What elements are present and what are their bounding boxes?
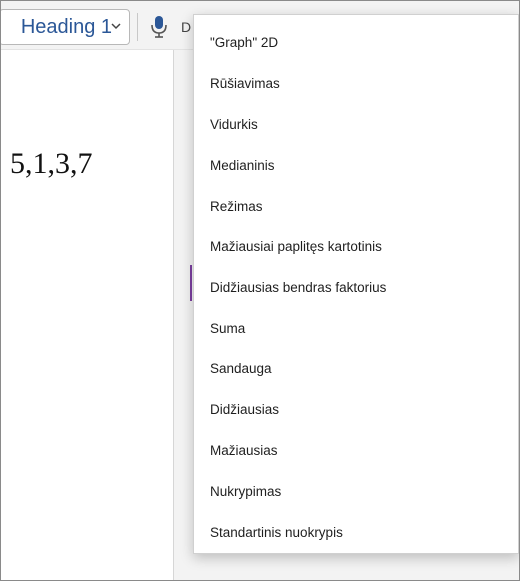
document-page[interactable]: 5,1,3,7 (1, 50, 174, 580)
menu-item-sum[interactable]: Suma (194, 312, 518, 346)
menu-item-gcf[interactable]: Didžiausias bendras faktorius (194, 271, 518, 305)
style-dropdown[interactable]: Heading 1 (1, 9, 130, 45)
math-actions-menu: "Graph" 2D Rūšiavimas Vidurkis Medianini… (193, 14, 519, 554)
microphone-icon[interactable] (149, 15, 169, 39)
menu-item-lcm[interactable]: Mažiausiai paplitęs kartotinis (194, 230, 518, 264)
document-text: 5,1,3,7 (10, 147, 93, 180)
app-window: Heading 1 D 5,1,3,7 "Graph" 2D Rūšiavima… (0, 0, 520, 581)
menu-item-mean[interactable]: Vidurkis (194, 108, 518, 142)
selection-caret (190, 265, 192, 301)
menu-item-mode[interactable]: Režimas (194, 190, 518, 224)
menu-item-graph-2d[interactable]: "Graph" 2D (194, 26, 518, 60)
chevron-down-icon (111, 23, 121, 30)
menu-item-median[interactable]: Medianinis (194, 149, 518, 183)
menu-item-sort[interactable]: Rūšiavimas (194, 67, 518, 101)
style-dropdown-value: Heading 1 (20, 16, 112, 38)
toolbar-separator (137, 13, 138, 41)
menu-item-product[interactable]: Sandauga (194, 352, 518, 386)
menu-item-variance[interactable]: Nukrypimas (194, 475, 518, 509)
menu-item-std-dev[interactable]: Standartinis nuokrypis (194, 516, 518, 550)
menu-item-min[interactable]: Mažiausias (194, 434, 518, 468)
menu-item-max[interactable]: Didžiausias (194, 393, 518, 427)
dictate-button-label[interactable]: D (181, 17, 191, 37)
